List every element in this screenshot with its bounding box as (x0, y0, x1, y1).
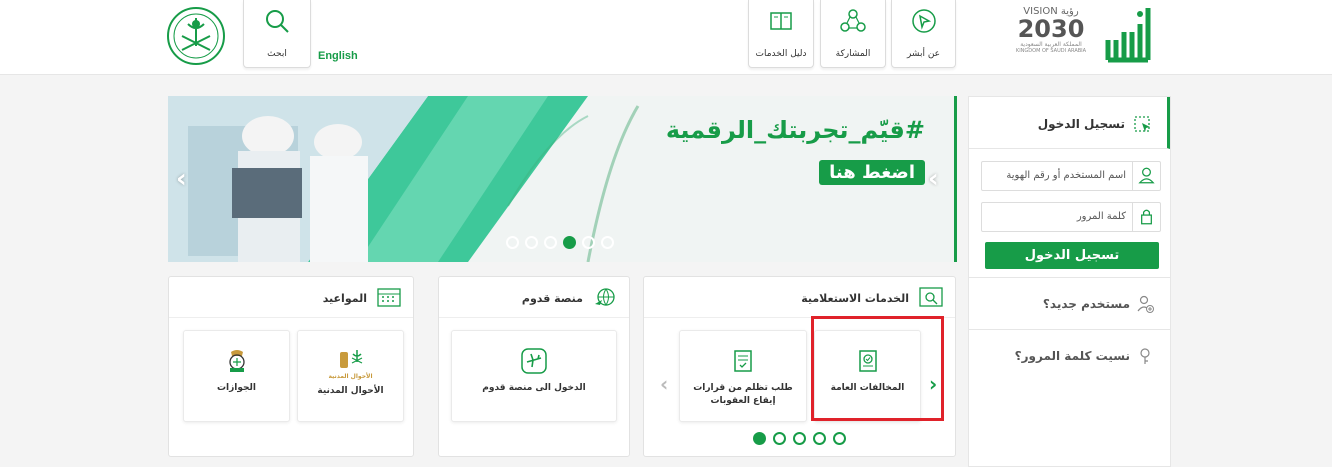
banner-pagination (506, 236, 614, 249)
absher-logo[interactable] (1098, 4, 1158, 68)
qudoom-platform-card: منصة قدوم الدخول الى منصة قدوم (438, 276, 630, 457)
username-field[interactable]: اسم المستخدم أو رقم الهوية (981, 161, 1161, 191)
passports-logo (228, 350, 245, 372)
cursor-icon (911, 9, 936, 33)
forgot-password-label: نسيت كلمة المرور؟ (1014, 349, 1130, 363)
globe-plane-icon (595, 288, 615, 306)
share-icon (840, 9, 866, 32)
username-placeholder: اسم المستخدم أو رقم الهوية (1006, 170, 1126, 181)
highlight-box (811, 316, 944, 421)
services-guide-button[interactable]: دليل الخدمات (748, 0, 814, 68)
appointments-card: المواعيد الأحوال المدنية الأحوال المدنية… (168, 276, 414, 457)
search-icon (266, 10, 289, 33)
inquiry-dot[interactable] (813, 432, 826, 445)
card-separator (439, 317, 629, 318)
qudoom-entry-label: الدخول الى منصة قدوم (482, 383, 586, 393)
password-placeholder: كلمة المرور (1076, 211, 1126, 222)
civil-affairs-tile[interactable]: الأحوال المدنية الأحوال المدنية (297, 330, 404, 422)
banner-dot-active[interactable] (563, 236, 576, 249)
participation-label: المشاركة (835, 49, 871, 59)
banner-dot[interactable] (601, 236, 614, 249)
new-user-label: مستخدم جديد؟ (1042, 297, 1130, 311)
banner-next-arrow[interactable]: ‹ (928, 164, 939, 194)
banner-prev-arrow[interactable]: ‹ (176, 164, 187, 194)
new-user-link[interactable]: مستخدم جديد؟ (969, 277, 1170, 329)
inquiry-dot[interactable] (833, 432, 846, 445)
banner-dot[interactable] (544, 236, 557, 249)
login-title: تسجيل الدخول (1037, 117, 1125, 131)
calendar-icon (377, 288, 401, 307)
services-guide-label: دليل الخدمات (755, 49, 807, 59)
login-cursor-icon (1134, 116, 1150, 132)
appointments-title: المواعيد (322, 292, 367, 305)
login-panel: تسجيل الدخول اسم المستخدم أو رقم الهوية … (968, 96, 1171, 467)
banner-dot[interactable] (506, 236, 519, 249)
inquiry-services-title: الخدمات الاستعلامية (801, 292, 909, 305)
passports-tile[interactable]: الجوازات (183, 330, 290, 422)
key-icon (1140, 348, 1150, 364)
inquiry-dot-active[interactable] (753, 432, 766, 445)
banner-cta-button[interactable]: اضغط هنا (819, 160, 925, 185)
language-toggle-link[interactable]: English (318, 50, 358, 62)
document-check-icon (734, 350, 752, 372)
inquiry-dot[interactable] (793, 432, 806, 445)
about-absher-label: عن أبشر (906, 49, 941, 59)
plane-icon (521, 348, 547, 374)
card-separator (169, 317, 413, 318)
vision-year: 2030 (1017, 15, 1085, 43)
civil-affairs-label: الأحوال المدنية (317, 386, 384, 396)
civil-affairs-logo-text: الأحوال المدنية (328, 373, 373, 380)
banner-accent-bar (954, 96, 957, 262)
grievance-request-label: طلب تظلم من قرارات إيقاع العقوبات (693, 383, 793, 406)
about-absher-button[interactable]: عن أبشر (891, 0, 956, 68)
inquiry-icon (919, 287, 943, 307)
passports-label: الجوازات (217, 383, 256, 393)
vision-2030-logo: VISION رؤية 2030 المملكة العربية السعودي… (1006, 6, 1096, 68)
banner-dot[interactable] (525, 236, 538, 249)
banner-hashtag: #قيّم_تجربتك_الرقمية (665, 116, 925, 144)
kingdom-en: KINGDOM OF SAUDI ARABIA (1015, 48, 1087, 54)
qudoom-entry-tile[interactable]: الدخول الى منصة قدوم (451, 330, 617, 422)
search-label: ابحث (267, 49, 287, 59)
user-icon (1132, 162, 1155, 190)
banner-dot[interactable] (582, 236, 595, 249)
inquiry-pagination (753, 432, 846, 445)
inquiry-dot[interactable] (773, 432, 786, 445)
top-header: ابحث English دليل الخدمات المشاركة عن أب… (0, 0, 1332, 75)
qudoom-title: منصة قدوم (521, 292, 583, 305)
forgot-password-link[interactable]: نسيت كلمة المرور؟ (969, 329, 1170, 381)
new-user-icon (1137, 295, 1154, 313)
grievance-request-tile[interactable]: طلب تظلم من قرارات إيقاع العقوبات (679, 330, 807, 422)
inquiry-prev-arrow[interactable]: ‹ (660, 372, 668, 396)
promo-banner[interactable]: #قيّم_تجربتك_الرقمية اضغط هنا ‹ ‹ (168, 96, 955, 262)
book-icon (770, 12, 792, 30)
login-header: تسجيل الدخول (969, 97, 1170, 149)
lock-icon (1132, 203, 1152, 231)
password-field[interactable]: كلمة المرور (981, 202, 1161, 232)
search-button[interactable]: ابحث (243, 0, 311, 68)
saudi-emblem-logo[interactable] (166, 6, 226, 66)
participation-button[interactable]: المشاركة (820, 0, 886, 68)
login-submit-button[interactable]: تسجيل الدخول (985, 242, 1159, 269)
